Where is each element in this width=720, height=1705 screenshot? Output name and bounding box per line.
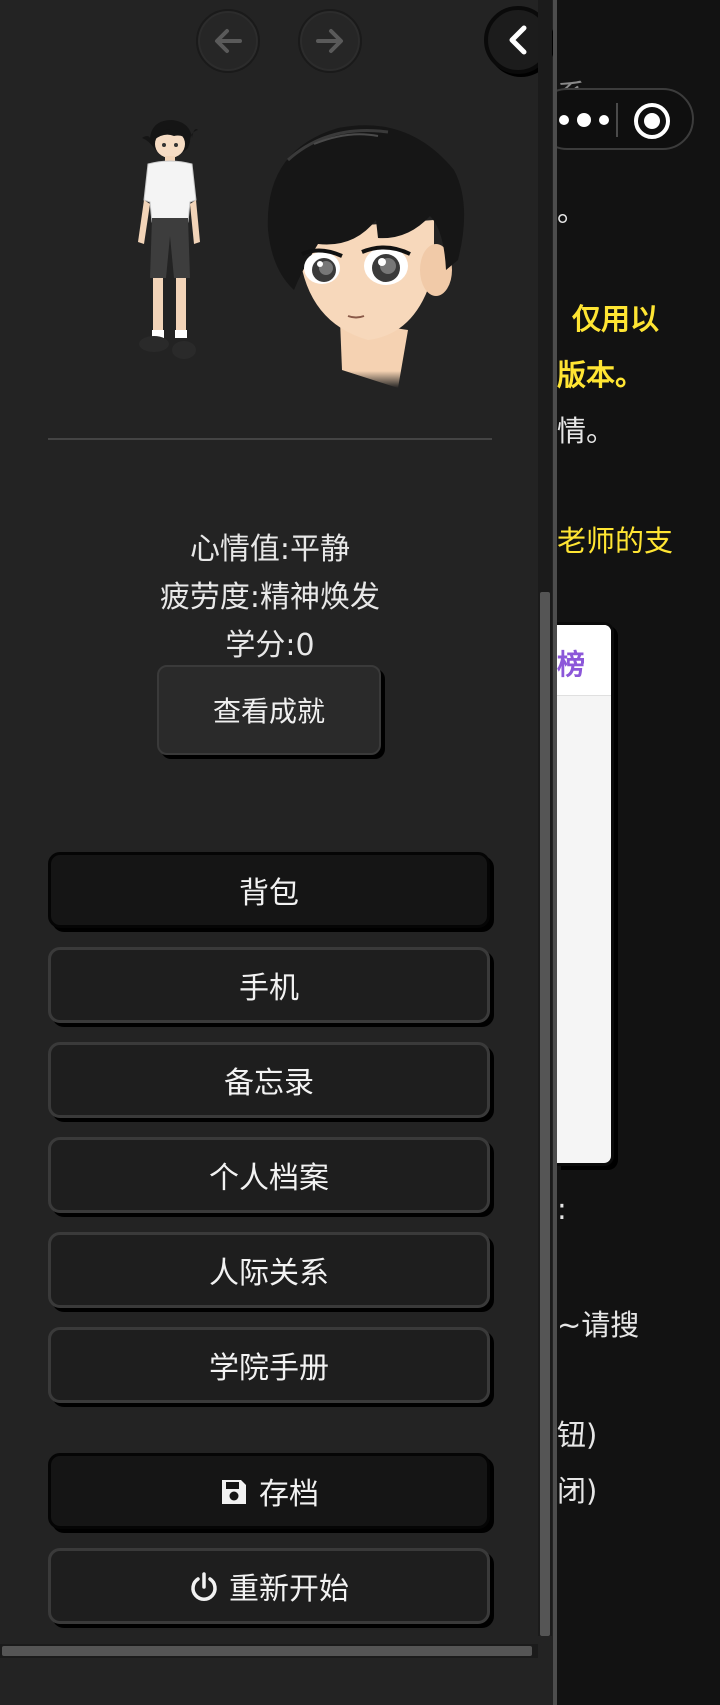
- character-portrait-image: [267, 125, 465, 388]
- character-full-body-image: [138, 120, 200, 359]
- restart-button-label: 重新开始: [229, 1572, 349, 1607]
- section-divider: [48, 438, 492, 440]
- chevron-left-icon: [509, 25, 527, 55]
- story-line: 仅用以: [572, 302, 660, 336]
- back-button[interactable]: [196, 9, 260, 73]
- story-line: 老师的支: [557, 524, 674, 558]
- story-line: 钮): [557, 1418, 598, 1452]
- menu-item-profile[interactable]: 个人档案: [48, 1137, 490, 1213]
- restart-button[interactable]: 重新开始: [48, 1548, 490, 1624]
- arrow-right-icon: [316, 29, 343, 53]
- story-line: 版本。: [557, 358, 645, 392]
- leaderboard-card-header: 榜: [557, 625, 611, 696]
- story-line: 闭): [557, 1474, 598, 1508]
- story-line: :: [557, 1192, 567, 1226]
- story-line: 情。: [557, 414, 616, 448]
- save-button-label: 存档: [259, 1477, 319, 1512]
- more-dots-icon[interactable]: [556, 106, 612, 134]
- menu-item-memo[interactable]: 备忘录: [48, 1042, 490, 1118]
- story-line: ~请搜: [557, 1308, 640, 1342]
- credits-status: 学分:0: [225, 628, 315, 663]
- menu-item-academy-handbook[interactable]: 学院手册: [48, 1327, 490, 1403]
- fatigue-status: 疲劳度:精神焕发: [159, 580, 381, 615]
- menu-item-phone[interactable]: 手机: [48, 947, 490, 1023]
- floppy-disk-icon: [222, 1480, 246, 1504]
- view-achievements-button[interactable]: 查看成就: [157, 665, 381, 755]
- target-close-icon[interactable]: [632, 101, 672, 141]
- power-icon: [191, 1572, 217, 1601]
- menu-item-backpack[interactable]: 背包: [48, 852, 490, 928]
- arrow-left-icon: [215, 29, 242, 53]
- menu-item-relationships[interactable]: 人际关系: [48, 1232, 490, 1308]
- forward-button[interactable]: [298, 9, 362, 73]
- story-line: 。: [557, 194, 587, 228]
- horizontal-scrollbar-thumb[interactable]: [2, 1646, 532, 1656]
- leaderboard-card-title: 榜: [557, 648, 586, 681]
- side-panel: 心情值:平静 疲劳度:精神焕发 学分:0 查看成就 背包 手机 备忘录 个人档案…: [0, 0, 557, 1705]
- panel-edge: [553, 0, 557, 1705]
- capsule-divider: [616, 103, 618, 137]
- save-button[interactable]: 存档: [48, 1453, 490, 1529]
- vertical-scrollbar-thumb[interactable]: [540, 592, 550, 1636]
- mood-status: 心情值:平静: [189, 532, 351, 567]
- mini-program-capsule: [536, 88, 694, 150]
- leaderboard-card[interactable]: 榜: [557, 622, 614, 1166]
